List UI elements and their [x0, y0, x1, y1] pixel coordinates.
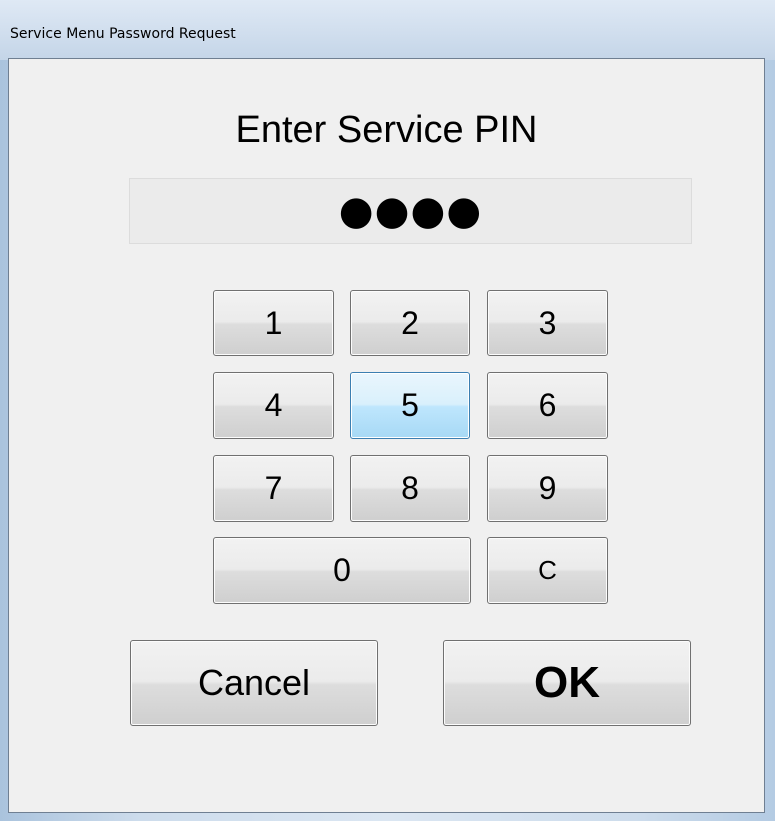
window-frame: Service Menu Password Request Enter Serv…	[0, 0, 775, 821]
key-5-button[interactable]: 5	[350, 372, 470, 439]
key-1-button[interactable]: 1	[213, 290, 334, 356]
key-7-button[interactable]: 7	[213, 455, 334, 522]
pin-field[interactable]: ●●●●	[129, 178, 692, 244]
ok-button[interactable]: OK	[443, 640, 691, 726]
cancel-button[interactable]: Cancel	[130, 640, 378, 726]
key-9-button[interactable]: 9	[487, 455, 608, 522]
dialog-body: Enter Service PIN ●●●● 1 2 3 4 5 6 7 8 9…	[8, 58, 765, 813]
key-2-button[interactable]: 2	[350, 290, 470, 356]
key-0-button[interactable]: 0	[213, 537, 471, 604]
key-3-button[interactable]: 3	[487, 290, 608, 356]
key-8-button[interactable]: 8	[350, 455, 470, 522]
clear-button[interactable]: C	[487, 537, 608, 604]
key-4-button[interactable]: 4	[213, 372, 334, 439]
dialog-heading: Enter Service PIN	[235, 109, 538, 151]
key-6-button[interactable]: 6	[487, 372, 608, 439]
window-title: Service Menu Password Request	[10, 26, 236, 42]
title-bar[interactable]: Service Menu Password Request	[0, 0, 775, 60]
